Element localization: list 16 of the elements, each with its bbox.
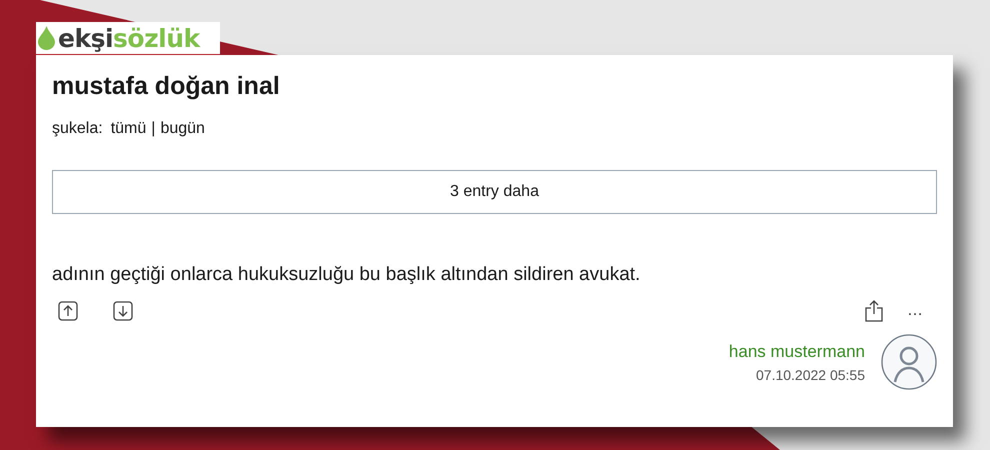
upvote-icon[interactable] — [58, 301, 78, 321]
avatar-icon[interactable] — [881, 334, 937, 390]
topic-title[interactable]: mustafa doğan inal — [52, 69, 937, 103]
filter-link[interactable]: tümü — [110, 120, 146, 138]
filter-label: şukela: — [52, 120, 103, 138]
entry-date[interactable]: 07.10.2022 05:55 — [756, 366, 865, 382]
droplet-icon — [38, 26, 55, 50]
logo-text[interactable]: ekşi — [58, 26, 114, 50]
downvote-icon[interactable] — [113, 301, 133, 321]
more-entries-button[interactable]: 3 entry daha — [52, 170, 937, 214]
more-options-button[interactable]: … — [907, 303, 923, 319]
separator: | — [151, 120, 156, 138]
entry-text: adının geçtiği onlarca hukuksuzluğu bu başlık altından sildiren avukat. — [52, 264, 642, 286]
filter-link[interactable]: bugün — [160, 120, 205, 138]
author-link[interactable]: hans mustermann — [728, 342, 865, 362]
share-icon[interactable] — [865, 300, 883, 322]
